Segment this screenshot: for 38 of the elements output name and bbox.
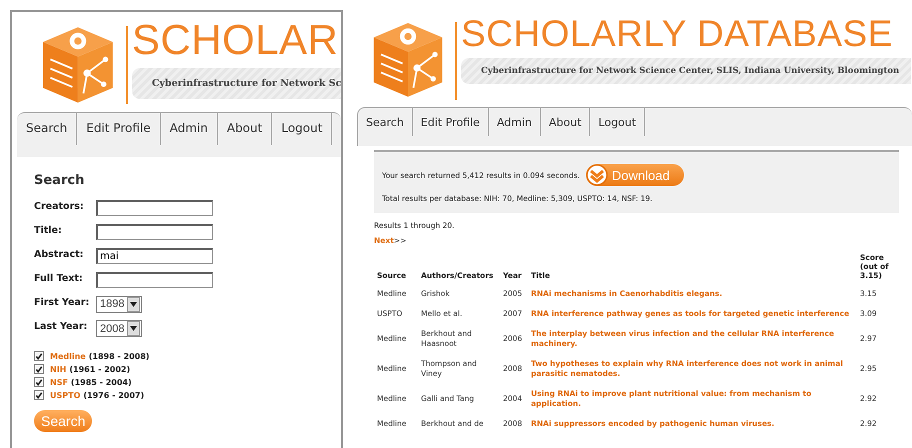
field-label: First Year: xyxy=(34,296,90,308)
nav-tab[interactable]: Edit Profile xyxy=(412,108,489,136)
input-field[interactable]: mai xyxy=(96,248,213,264)
checkbox[interactable] xyxy=(34,390,44,400)
field-label: Last Year: xyxy=(34,321,88,332)
site-subtitle-banner: Cyberinfrastructure for Network Science Center, SLIS, Indiana University, Bloomington xyxy=(461,58,912,84)
nav-tab[interactable]: About xyxy=(540,108,590,136)
site-title: SCHOLARLY DATABASE xyxy=(461,14,894,54)
year-dropdown[interactable]: 1898 xyxy=(96,296,142,312)
field-label: Title: xyxy=(34,224,63,236)
checkbox[interactable] xyxy=(34,351,44,361)
nav-tab[interactable]: Logout xyxy=(272,113,332,145)
input-field[interactable] xyxy=(96,224,213,240)
field-label: Abstract: xyxy=(34,248,84,260)
date-range: (1985 - 2004) xyxy=(70,378,132,386)
nav-tab[interactable]: Admin xyxy=(160,113,218,145)
checkbox[interactable] xyxy=(34,377,44,387)
nav-tab[interactable]: Admin xyxy=(488,108,541,136)
nav-tab[interactable]: Edit Profile xyxy=(77,113,161,145)
field-label: Full Text: xyxy=(34,272,84,284)
site-title: SCHOLAR xyxy=(132,18,340,62)
site-subtitle-banner: Cyberinfrastructure for Network Sc xyxy=(132,68,341,99)
form-heading: Search xyxy=(34,173,86,188)
download-chevron-icon xyxy=(586,164,608,186)
dropdown-arrow-icon[interactable] xyxy=(130,302,138,306)
nav-tab[interactable]: Search xyxy=(358,108,413,136)
nav-tab[interactable]: Search xyxy=(17,113,78,145)
input-field[interactable] xyxy=(96,200,213,216)
date-range: (1976 - 2007) xyxy=(83,390,144,400)
dropdown-arrow-icon[interactable] xyxy=(130,326,138,331)
year-dropdown[interactable]: 2008 xyxy=(96,320,142,337)
date-range: (1898 - 2008) xyxy=(88,352,150,360)
date-range: (1961 - 2002) xyxy=(69,364,130,374)
field-label: Creators: xyxy=(34,200,85,212)
nav-tab[interactable]: About xyxy=(218,113,272,145)
nav-tab[interactable]: Logout xyxy=(590,108,646,136)
input-field[interactable] xyxy=(96,272,213,288)
checkbox[interactable] xyxy=(34,364,44,374)
